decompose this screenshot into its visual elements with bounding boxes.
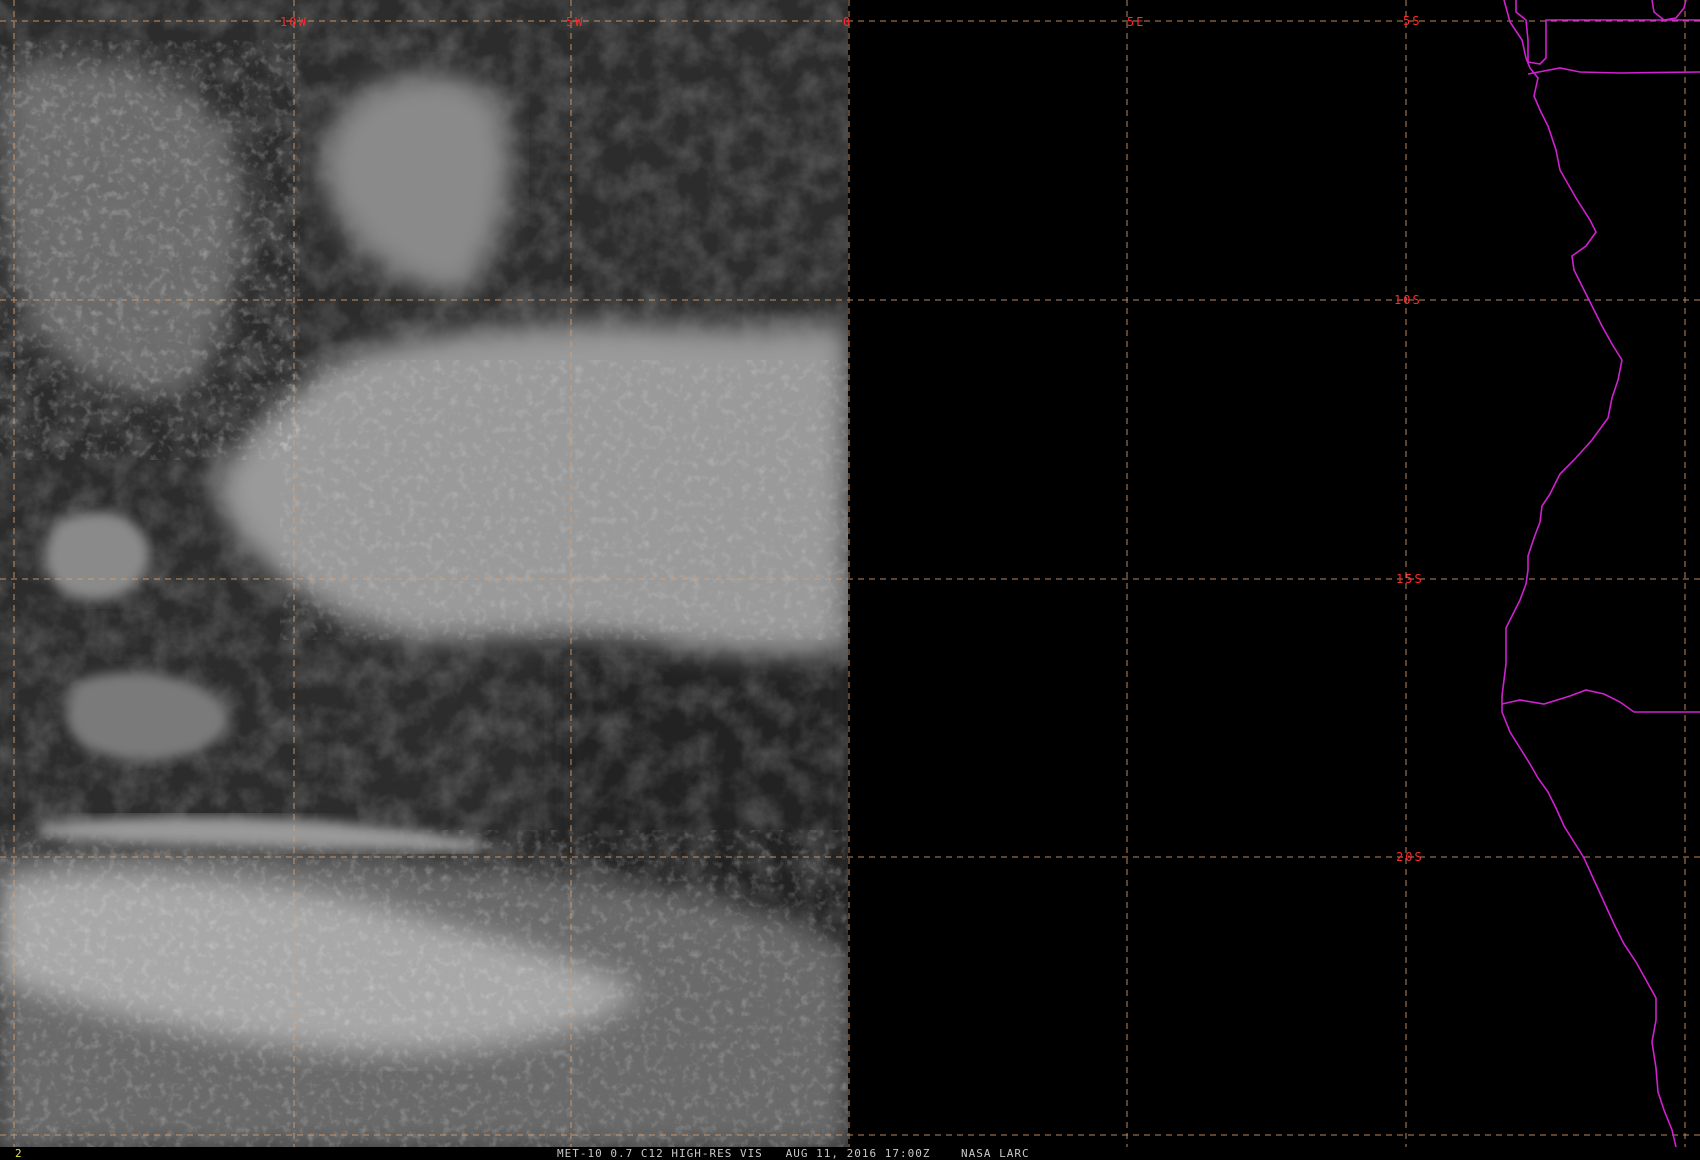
lat-lon-grid: [0, 0, 1700, 1147]
longitude-label: 10W: [280, 15, 308, 29]
latitude-label: 20S: [1396, 850, 1424, 864]
latitude-label: 15S: [1396, 572, 1424, 586]
national-border: [1651, 0, 1687, 21]
longitude-label: 0: [843, 15, 853, 29]
latitude-label: 5S: [1403, 14, 1422, 28]
coastline: [1501, 0, 1677, 1147]
image-caption: MET-10 0.7 C12 HIGH-RES VIS AUG 11, 2016…: [557, 1147, 1030, 1160]
latitude-label: 10S: [1394, 293, 1422, 307]
national-border: [1527, 67, 1700, 75]
satellite-image-viewer: 10W 5W 0 5E 5S 10S 15S 20S 2 MET-10 0.7 …: [0, 0, 1700, 1160]
longitude-label: 5W: [566, 15, 585, 29]
frame-number: 2: [15, 1147, 22, 1160]
national-border: [1515, 0, 1700, 65]
image-caption-bar: 2 MET-10 0.7 C12 HIGH-RES VIS AUG 11, 20…: [0, 1147, 1700, 1160]
national-border: [1501, 689, 1700, 713]
longitude-label: 5E: [1127, 15, 1146, 29]
